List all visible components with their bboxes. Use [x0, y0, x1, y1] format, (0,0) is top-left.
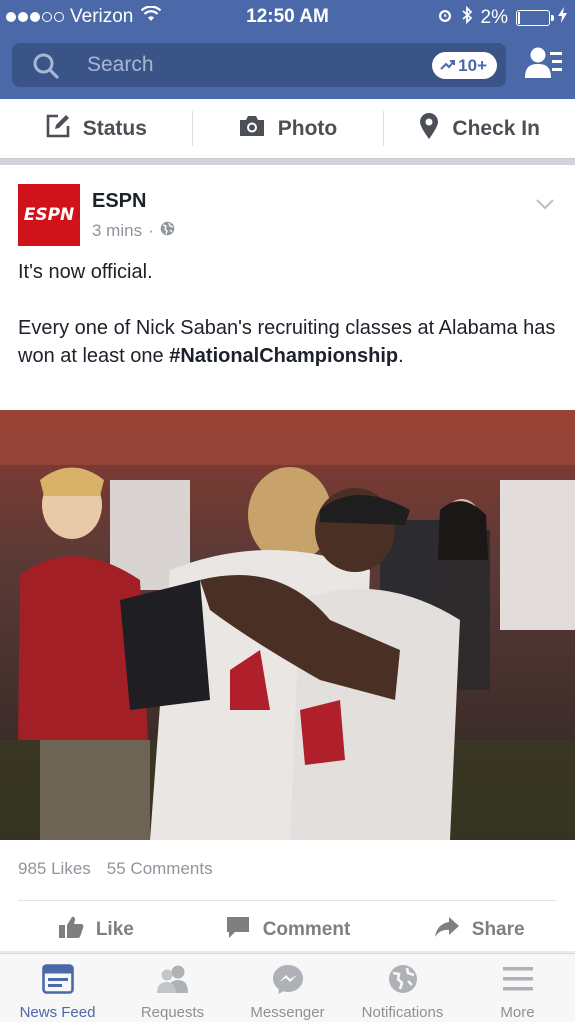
alarm-icon — [437, 7, 453, 29]
battery-icon — [516, 10, 554, 26]
comment-label: Comment — [262, 919, 351, 940]
feed-post: ESPN ESPN 3 mins · It's now official. Ev… — [0, 165, 575, 951]
requests-icon — [154, 964, 192, 998]
check-in-label: Check In — [452, 116, 540, 140]
logo-text: ESPN — [23, 205, 75, 225]
trending-badge[interactable]: 10+ — [432, 52, 497, 79]
trending-count: 10+ — [458, 55, 487, 75]
meta-separator: · — [148, 221, 154, 240]
top-header: Verizon 12:50 AM 2% Search 10+ — [0, 0, 575, 99]
post-options-chevron-icon[interactable] — [535, 197, 555, 215]
search-input[interactable] — [72, 47, 372, 83]
post-text-paragraph: Every one of Nick Saban's recruiting cla… — [18, 314, 558, 370]
location-pin-icon — [418, 112, 440, 146]
tab-messenger[interactable]: Messenger — [230, 954, 345, 1022]
thumbs-up-icon — [58, 915, 84, 945]
comment-icon — [225, 915, 251, 945]
notifications-icon — [387, 964, 419, 998]
post-body: It's now official. Every one of Nick Sab… — [18, 258, 558, 370]
bottom-tab-bar: News Feed Requests Messenger Notificatio… — [0, 953, 575, 1022]
post-text-end: . — [398, 345, 404, 367]
like-button[interactable]: Like — [0, 905, 192, 955]
share-label: Share — [471, 919, 525, 940]
check-in-button[interactable]: Check In — [383, 99, 575, 158]
battery-percent: 2% — [480, 7, 508, 28]
globe-icon — [160, 221, 175, 241]
friends-list-icon[interactable] — [524, 46, 564, 87]
tab-label: Requests — [140, 1004, 205, 1021]
tab-notifications[interactable]: Notifications — [345, 954, 460, 1022]
tab-label: More — [500, 1004, 535, 1021]
post-photo[interactable] — [0, 410, 575, 840]
charging-icon — [558, 7, 567, 29]
camera-icon — [238, 115, 266, 143]
post-time[interactable]: 3 mins — [92, 221, 142, 241]
tab-label: Messenger — [250, 1004, 325, 1021]
tab-requests[interactable]: Requests — [115, 954, 230, 1022]
bluetooth-icon — [461, 5, 473, 30]
messenger-icon — [272, 964, 304, 998]
status-bar: Verizon 12:50 AM 2% — [0, 0, 575, 33]
post-actions: Like Comment Share — [0, 905, 575, 955]
post-author[interactable]: ESPN — [92, 190, 146, 213]
post-counts: 985 Likes 55 Comments — [18, 859, 213, 879]
hashtag-link[interactable]: #NationalChampionship — [169, 345, 398, 367]
edit-icon — [45, 113, 71, 145]
comments-count[interactable]: 55 Comments — [107, 859, 213, 879]
tab-more[interactable]: More — [460, 954, 575, 1022]
composer-bar: Status Photo Check In — [0, 99, 575, 159]
post-meta: 3 mins · — [92, 221, 175, 241]
tab-label: Notifications — [361, 1004, 444, 1021]
tab-news-feed[interactable]: News Feed — [0, 954, 115, 1022]
search-bar[interactable]: Search 10+ — [12, 43, 506, 87]
tab-label: News Feed — [19, 1004, 96, 1021]
like-label: Like — [95, 919, 134, 940]
share-button[interactable]: Share — [383, 905, 575, 955]
photo-label: Photo — [277, 116, 338, 140]
more-icon — [502, 964, 534, 998]
trending-up-icon — [440, 56, 456, 76]
share-arrow-icon — [434, 916, 460, 944]
espn-logo[interactable]: ESPN — [18, 184, 80, 246]
post-text-line: It's now official. — [18, 261, 153, 283]
search-icon — [32, 52, 60, 85]
likes-count[interactable]: 985 Likes — [18, 859, 91, 879]
news-feed-icon — [41, 964, 74, 998]
status-label: Status — [82, 116, 147, 140]
status-button[interactable]: Status — [0, 99, 192, 158]
actions-divider — [18, 900, 557, 901]
comment-button[interactable]: Comment — [192, 905, 384, 955]
photo-button[interactable]: Photo — [191, 99, 384, 158]
